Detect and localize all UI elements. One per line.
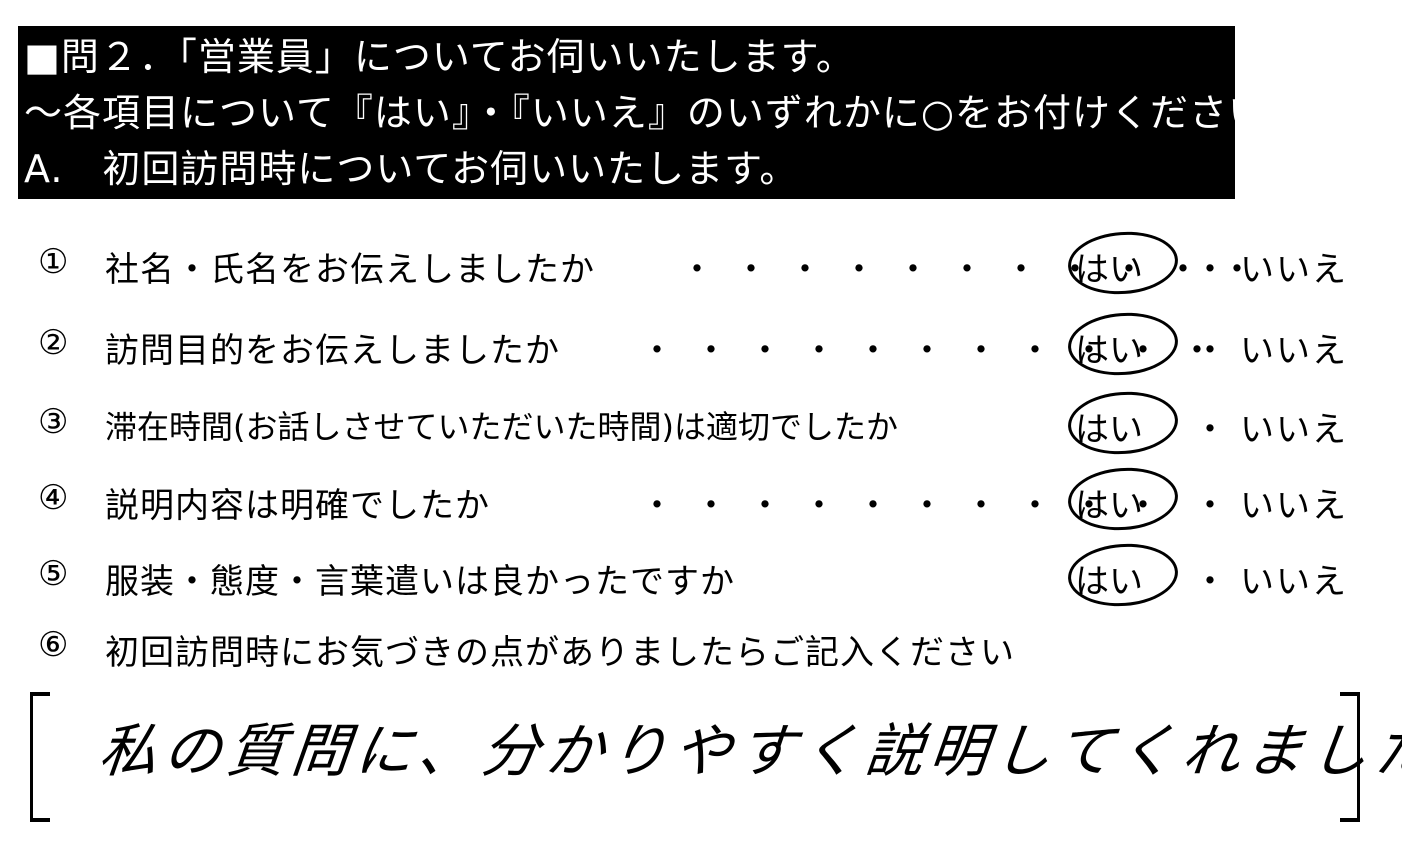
question-text: 滞在時間(お話しさせていただいた時間)は適切でしたか [105, 408, 898, 446]
answer-separator: ・ [1193, 562, 1227, 602]
answer-no[interactable]: いいえ [1240, 402, 1348, 451]
question-number: ③ [38, 402, 69, 442]
question-number: ⑤ [38, 554, 69, 594]
question-row: ① 社名・氏名をお伝えしましたか ・・・・・・・・・・・ はい ・ いいえ [0, 228, 1402, 298]
section-header: ■問２．「営業員」についてお伺いいたします。 ～各項目について『はい』・『いいえ… [18, 26, 1305, 199]
question-text: 説明内容は明確でしたか [105, 486, 490, 526]
left-bracket [30, 692, 50, 822]
question-row: ④ 説明内容は明確でしたか ・・・・・・・・・・ はい ・ いいえ [0, 464, 1402, 534]
question-text: 服装・態度・言葉遣いは良かったですか [105, 562, 735, 602]
handwritten-comment: 私の質問に、分かりやすく説明してくれました。 [95, 717, 1402, 785]
comment-answer-box[interactable]: 私の質問に、分かりやすく説明してくれました。 [30, 692, 1402, 822]
question-number: ⑥ [38, 625, 69, 665]
question-number: ④ [38, 478, 69, 518]
section-title: A. 初回訪問時についてお伺いいたします。 [24, 147, 799, 191]
question-row: ③ 滞在時間(お話しさせていただいた時間)は適切でしたか はい ・ いいえ [0, 388, 1402, 458]
question-number: ① [38, 242, 69, 282]
question-row: ⑤ 服装・態度・言葉遣いは良かったですか はい ・ いいえ [0, 540, 1402, 610]
answer-no[interactable]: いいえ [1240, 478, 1348, 527]
question-text: 社名・氏名をお伝えしましたか [105, 250, 595, 290]
answer-no[interactable]: いいえ [1240, 242, 1348, 291]
question-number: ② [38, 323, 69, 363]
answer-separator: ・ [1193, 250, 1227, 290]
answer-no[interactable]: いいえ [1240, 554, 1348, 603]
right-bracket [1340, 692, 1360, 822]
answer-yes[interactable]: はい [1075, 323, 1143, 372]
answer-yes[interactable]: はい [1075, 554, 1143, 603]
comment-prompt: ⑥ 初回訪問時にお気づきの点がありましたらご記入ください [0, 617, 1402, 677]
answer-separator: ・ [1193, 331, 1227, 371]
answer-yes[interactable]: はい [1075, 242, 1143, 291]
answer-separator: ・ [1193, 410, 1227, 450]
question-title: ■問２．「営業員」についてお伺いいたします。 [24, 35, 855, 79]
answer-separator: ・ [1193, 486, 1227, 526]
answer-yes[interactable]: はい [1075, 478, 1143, 527]
leader-dots: ・・・・・・・・・・・ [680, 250, 1274, 290]
question-row: ② 訪問目的をお伝えしましたか ・・・・・・・・・・・ はい ・ いいえ [0, 309, 1402, 379]
comment-prompt-text: 初回訪問時にお気づきの点がありましたらご記入ください [105, 633, 1015, 673]
instructions: ～各項目について『はい』・『いいえ』のいずれかに○をお付けください。 [24, 91, 1307, 135]
question-text: 訪問目的をお伝えしましたか [105, 331, 560, 371]
answer-no[interactable]: いいえ [1240, 323, 1348, 372]
answer-yes[interactable]: はい [1075, 402, 1143, 451]
